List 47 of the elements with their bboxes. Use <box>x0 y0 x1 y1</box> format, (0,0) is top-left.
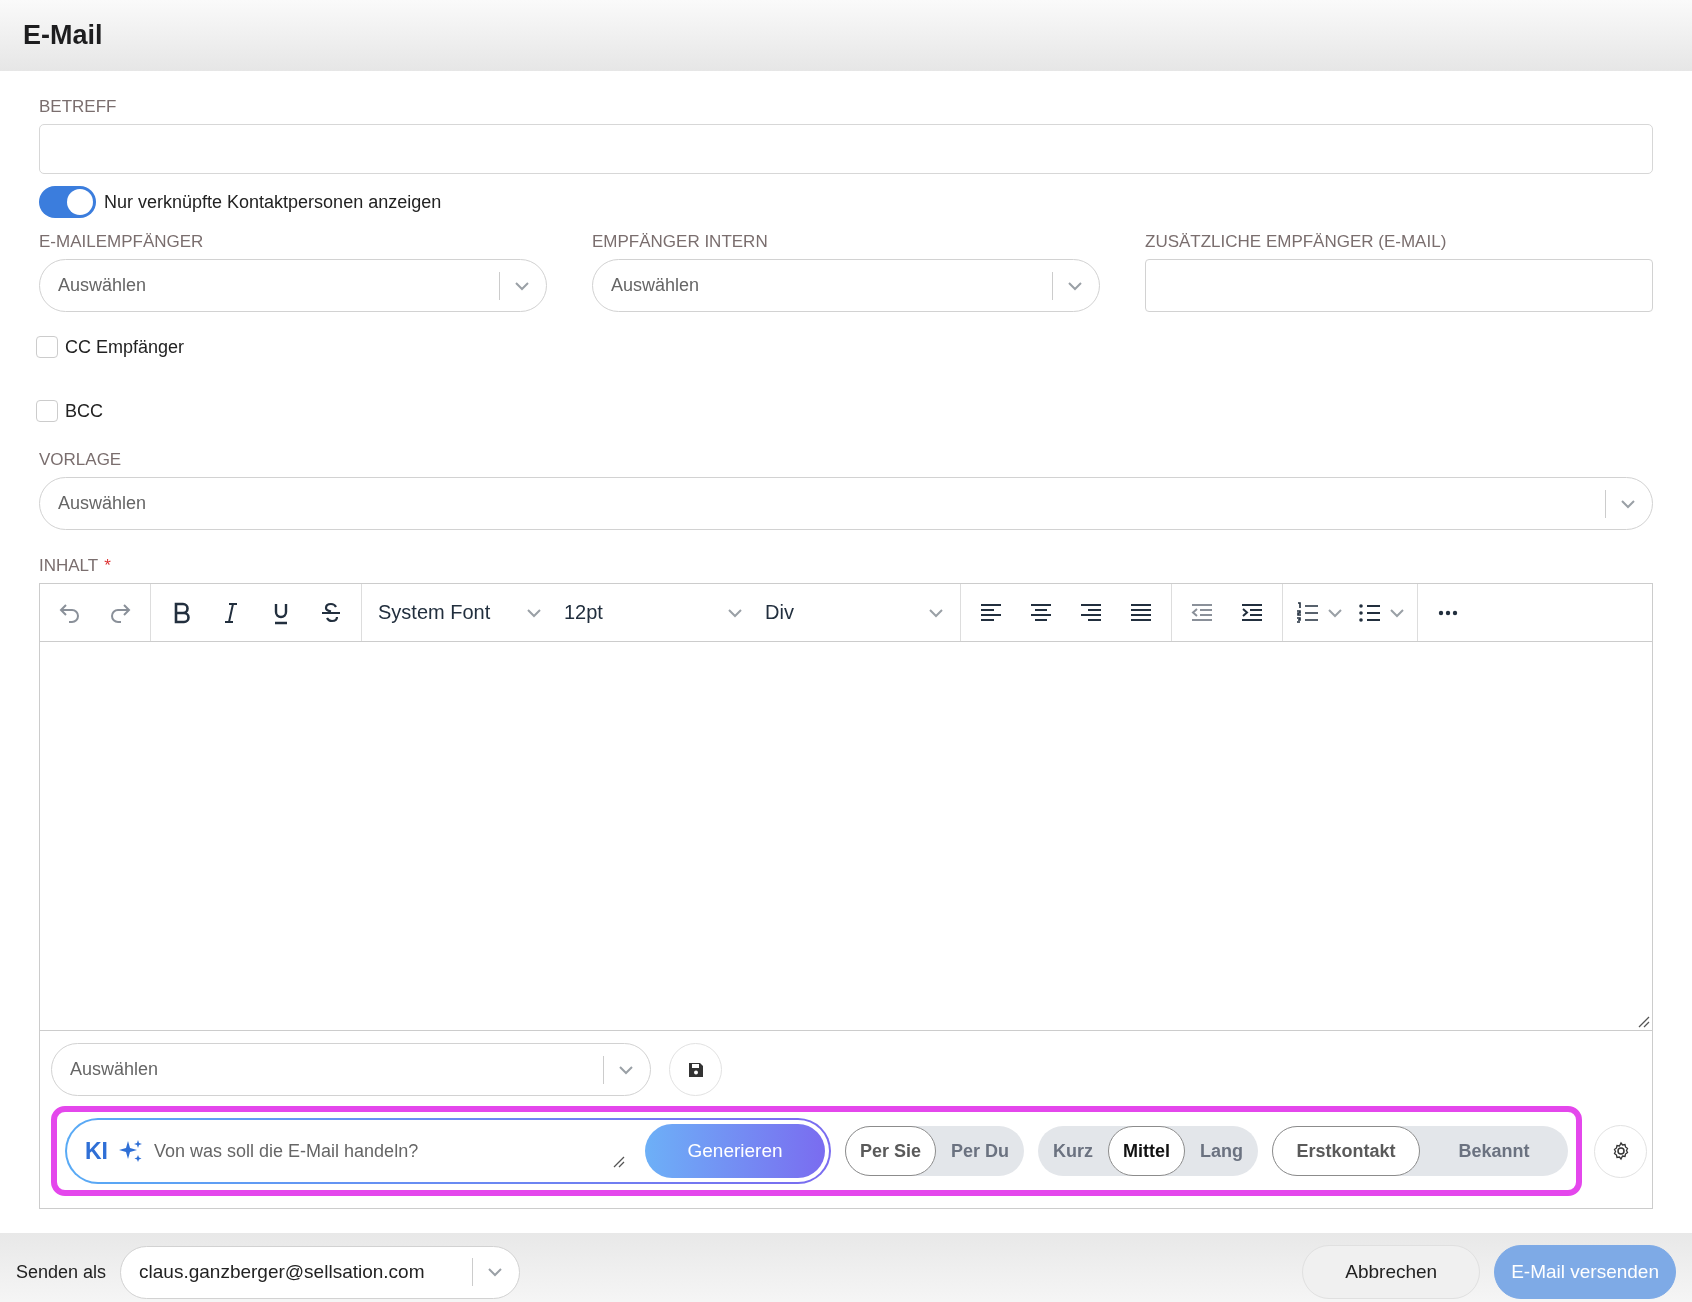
window-title: E-Mail <box>23 20 103 51</box>
checkbox-label: CC Empfänger <box>65 336 185 358</box>
resize-handle-icon[interactable] <box>611 1154 625 1168</box>
chevron-down-icon <box>526 607 542 618</box>
ai-label: KI <box>85 1137 108 1165</box>
toolbar-dropdown[interactable]: 12pt <box>556 592 751 633</box>
toggle-switch[interactable] <box>39 186 96 218</box>
chevron-down-icon <box>727 607 743 618</box>
ai-prompt-field[interactable]: KI Von was soll die E-Mail handeln? Generieren <box>65 1118 831 1184</box>
option-pill[interactable]: Erstkontakt <box>1272 1126 1421 1176</box>
option-pill[interactable]: Kurz <box>1038 1126 1109 1176</box>
numbered-list-icon <box>1295 599 1321 626</box>
resize-handle-icon[interactable] <box>1636 1014 1650 1028</box>
option-pill[interactable]: Per Sie <box>845 1126 937 1176</box>
field-label: BETREFF <box>39 97 118 117</box>
toolbar-dropdown[interactable]: System Font <box>370 592 550 633</box>
email-field[interactable] <box>1145 259 1653 312</box>
checkbox[interactable] <box>36 400 58 422</box>
option-pill[interactable]: Bekannt <box>1420 1126 1569 1176</box>
select-field[interactable]: claus.ganzberger@sellsation.com <box>120 1245 521 1299</box>
chevron-down-icon <box>487 1267 504 1277</box>
save-button[interactable] <box>669 1043 722 1096</box>
required-mark: * <box>104 556 111 576</box>
field-label: INHALT <box>39 556 99 576</box>
field-label: EMPFÄNGER INTERN <box>592 232 769 252</box>
option-pill[interactable]: Per Du <box>936 1126 1025 1176</box>
chevron-down-icon <box>1620 498 1636 509</box>
chevron-down-icon <box>514 280 530 291</box>
prompt-placeholder: Von was soll die E-Mail handeln? <box>154 1140 420 1162</box>
sparkle-icon <box>118 1138 144 1164</box>
subject-field[interactable] <box>39 124 1653 174</box>
chevron-down-icon <box>618 1064 634 1075</box>
option-pill[interactable]: Mittel <box>1108 1126 1186 1176</box>
chevron-down-icon <box>1067 280 1083 291</box>
sender-label: Senden als <box>16 1261 107 1283</box>
toolbar-dropdown[interactable]: Div <box>757 592 952 633</box>
chevron-down-icon <box>1389 607 1405 618</box>
toggle-label: Nur verknüpfte Kontaktpersonen anzeigen <box>104 191 442 213</box>
checkbox[interactable] <box>36 336 58 358</box>
cancel-button[interactable]: Abbrechen <box>1302 1245 1481 1299</box>
field-label: ZUSÄTZLICHE EMPFÄNGER (E-MAIL) <box>1145 232 1448 252</box>
checkbox-label: BCC <box>65 400 103 422</box>
field-label: VORLAGE <box>39 450 123 470</box>
field-label: E-MAILEMPFÄNGER <box>39 232 205 252</box>
option-pill[interactable]: Lang <box>1185 1126 1259 1176</box>
chevron-down-icon <box>928 607 944 618</box>
chevron-down-icon <box>1327 607 1343 618</box>
